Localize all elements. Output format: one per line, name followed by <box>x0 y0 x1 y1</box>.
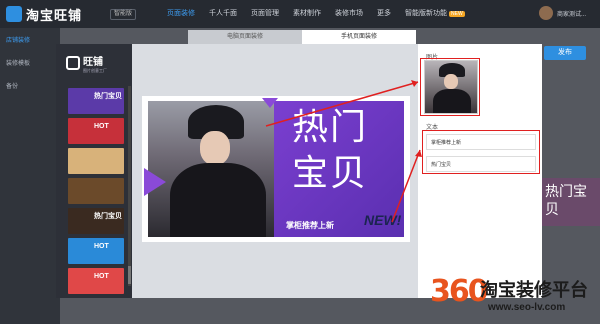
background-module-preview: 热门宝贝 <box>541 178 600 226</box>
menu-page-management[interactable]: 页面管理 <box>244 0 286 28</box>
menu-new-features[interactable]: 智能版新功能 NEW <box>398 0 472 28</box>
template-sidebar: 旺铺 图片创意工厂 热门宝贝 HOT 热门宝贝 HOT HOT <box>56 44 132 298</box>
watermark: 360 淘宝装修平台 www.seo-lv.com <box>430 270 600 324</box>
brand-subtitle: 图片创意工厂 <box>83 67 107 73</box>
coat-shape <box>170 163 266 237</box>
main-menu: 页面装修 千人千面 页面管理 素材制作 装修市场 更多 智能版新功能 NEW <box>160 0 472 28</box>
template-thumbnail[interactable]: 热门宝贝 <box>68 208 124 234</box>
menu-personalization[interactable]: 千人千面 <box>202 0 244 28</box>
brand-icon <box>66 56 80 70</box>
text-highlight-box <box>422 130 540 174</box>
template-thumbnail[interactable]: HOT <box>68 118 124 144</box>
nav-backup[interactable]: 备份 <box>0 74 60 97</box>
menu-material[interactable]: 素材制作 <box>286 0 328 28</box>
menu-more[interactable]: 更多 <box>370 0 398 28</box>
banner-subtitle[interactable]: 掌柜推荐上新 <box>286 220 334 231</box>
tab-mobile-decoration[interactable]: 手机页面装修 <box>302 30 416 44</box>
banner-new-tag: NEW! <box>364 212 402 228</box>
version-selector[interactable]: 智能版 <box>110 9 137 20</box>
left-nav: 店铺装修 装修模板 备份 <box>0 28 60 324</box>
tab-pc-decoration[interactable]: 电脑页面装修 <box>188 30 302 44</box>
template-thumbnail[interactable] <box>68 178 124 204</box>
template-thumbnail-label: HOT <box>94 123 109 130</box>
brand: 旺铺 图片创意工厂 <box>66 52 126 74</box>
template-thumbnail[interactable]: HOT <box>68 238 124 264</box>
template-thumbnail-label: HOT <box>94 243 109 250</box>
template-thumbnail-label: 热门宝贝 <box>94 93 122 100</box>
nav-templates[interactable]: 装修模板 <box>0 51 60 74</box>
arrow-head-icon <box>411 80 418 87</box>
watermark-url: www.seo-lv.com <box>488 302 566 313</box>
banner-preview[interactable]: 热门 宝贝 掌柜推荐上新 NEW! <box>142 96 410 242</box>
user-menu[interactable]: 商家测试... <box>538 6 586 20</box>
banner-title-line1[interactable]: 热门 <box>292 106 368 150</box>
menu-page-decoration[interactable]: 页面装修 <box>160 0 202 28</box>
properties-panel: 图片 文本 <box>418 44 542 298</box>
user-name: 商家测试... <box>556 11 586 18</box>
image-factory-modal: 旺铺 图片创意工厂 热门宝贝 HOT 热门宝贝 HOT HOT 热门 宝贝 掌柜推荐上新… <box>56 44 542 298</box>
sidebar-scrollbar[interactable] <box>128 86 131 286</box>
template-thumbnail[interactable]: 热门宝贝 <box>68 88 124 114</box>
logo-icon <box>6 6 22 22</box>
menu-market[interactable]: 装修市场 <box>328 0 370 28</box>
top-bar: 淘宝旺铺 智能版 页面装修 千人千面 页面管理 素材制作 装修市场 更多 智能版… <box>0 0 600 28</box>
nav-shop-decoration[interactable]: 店铺装修 <box>0 28 60 51</box>
logo[interactable]: 淘宝旺铺 <box>6 4 106 24</box>
watermark-number: 360 <box>430 274 489 309</box>
new-badge: NEW <box>449 11 465 17</box>
template-thumbnail-label: HOT <box>94 273 109 280</box>
template-thumbnail[interactable]: HOT <box>68 268 124 294</box>
publish-button[interactable]: 发布 <box>544 46 586 60</box>
scrollbar-thumb[interactable] <box>128 266 131 284</box>
template-thumbnail[interactable] <box>68 148 124 174</box>
face-shape <box>200 131 230 165</box>
banner-title-line2[interactable]: 宝贝 <box>292 152 368 196</box>
model-photo[interactable] <box>148 101 274 237</box>
triangle-decoration <box>144 168 166 196</box>
menu-new-features-label: 智能版新功能 <box>405 10 447 17</box>
brand-title: 旺铺 <box>83 56 103 68</box>
watermark-text: 淘宝装修平台 <box>480 280 588 301</box>
triangle-decoration <box>262 98 278 108</box>
logo-text: 淘宝旺铺 <box>26 7 83 23</box>
image-highlight-box <box>420 58 480 116</box>
avatar <box>538 6 553 20</box>
template-thumbnail-label: 热门宝贝 <box>94 213 122 220</box>
